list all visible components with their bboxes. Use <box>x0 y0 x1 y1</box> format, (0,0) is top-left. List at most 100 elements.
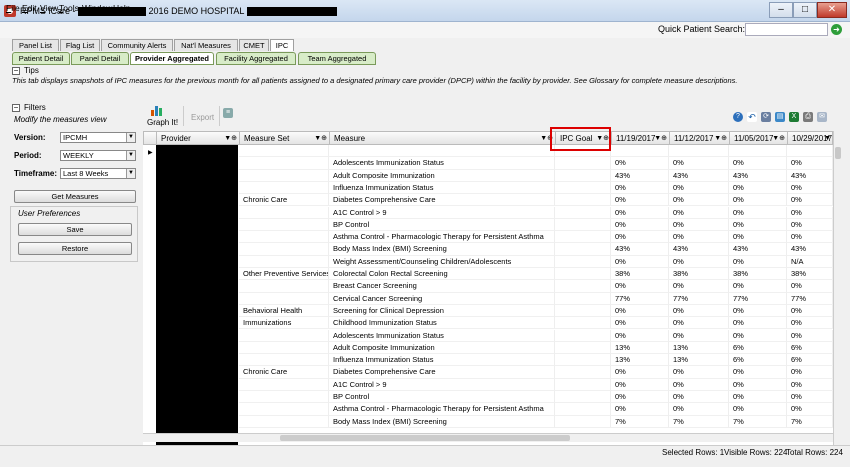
menu-file[interactable]: File <box>6 3 20 13</box>
graph-it-button[interactable]: Graph It! <box>147 118 178 127</box>
restore-button[interactable]: Restore <box>18 242 132 255</box>
help-icon[interactable]: ? <box>733 112 743 122</box>
table-row[interactable]: Adult Composite Immunization 13% 13% 6% 6% <box>143 341 833 355</box>
value-cell: 0% <box>729 329 787 342</box>
column-header-date-3[interactable]: 11/05/2017 ▼⊕ <box>730 132 788 146</box>
table-row[interactable]: Body Mass Index (BMI) Screening 43% 43% 43%… <box>143 243 833 256</box>
document-icon[interactable]: ▤ <box>775 112 785 122</box>
filter-icon[interactable]: ▼ <box>824 132 831 145</box>
value-cell: 43% <box>729 169 787 182</box>
refresh-icon[interactable]: ⟳ <box>761 112 771 122</box>
tips-toggle[interactable]: − <box>12 67 20 75</box>
measure-cell: BP Control <box>329 218 555 232</box>
value-cell: 7% <box>669 415 729 428</box>
export-button[interactable]: Export <box>191 113 214 122</box>
table-row[interactable]: Cervical Cancer Screening 77% 77% 77% 77% <box>143 292 833 305</box>
tab-ipc[interactable]: IPC <box>270 39 294 51</box>
value-cell: 0% <box>669 280 729 293</box>
table-row[interactable]: Adult Composite Immunization 43% 43% 43% 43% <box>143 169 833 182</box>
menu-help[interactable]: Help <box>113 3 130 13</box>
measure-set-cell <box>239 391 329 404</box>
table-row[interactable]: BP Control 0% 0% 0% 0% <box>143 218 833 232</box>
column-header-measure-set[interactable]: Measure Set ▼⊕ <box>240 132 330 146</box>
value-cell: 0% <box>729 206 787 219</box>
quick-search-input[interactable] <box>745 23 828 36</box>
minimize-button[interactable]: – <box>769 2 793 18</box>
tab-team-aggregated[interactable]: Team Aggregated <box>298 52 376 65</box>
table-row[interactable]: Immunizations Childhood Immunization Stat… <box>143 145 833 158</box>
version-select[interactable]: IPCMH ▼ <box>60 132 136 143</box>
value-cell: 0% <box>669 145 729 158</box>
value-cell: 0% <box>669 366 729 379</box>
table-row[interactable]: Chronic Care Diabetes Comprehensive Care 0… <box>143 366 833 379</box>
table-row[interactable]: BP Control 0% 0% 0% 0% <box>143 391 833 404</box>
tab-panel-list[interactable]: Panel List <box>12 39 59 51</box>
column-header-measure[interactable]: Measure ▼⊕ <box>330 132 556 146</box>
table-row[interactable]: Asthma Control - Pharmacologic Therapy f… <box>143 403 833 416</box>
table-row[interactable]: Influenza Immunization Status 13% 13% 6% 6% <box>143 354 833 367</box>
excel-icon[interactable]: X <box>789 112 799 122</box>
menu-tools[interactable]: Tools <box>59 3 79 13</box>
email-icon[interactable]: ✉ <box>817 112 827 122</box>
tab-cmet[interactable]: CMET <box>239 39 269 51</box>
total-rows-status: Total Rows: 224 <box>786 448 843 457</box>
table-row[interactable]: Asthma Control - Pharmacologic Therapy f… <box>143 231 833 244</box>
filter-icon[interactable]: ▼⊕ <box>654 132 667 145</box>
vertical-scroll-thumb[interactable] <box>835 147 841 159</box>
graph-icon[interactable] <box>150 104 166 116</box>
table-row[interactable]: Breast Cancer Screening 0% 0% 0% 0% <box>143 280 833 293</box>
value-cell: 0% <box>669 317 729 330</box>
table-row[interactable]: Other Preventive Services Colorectal Colo… <box>143 268 833 281</box>
value-cell: N/A <box>787 255 833 268</box>
undo-icon[interactable]: ↶ <box>747 112 757 122</box>
save-button[interactable]: Save <box>18 223 132 236</box>
measure-set-cell: Other Preventive Services <box>239 268 329 281</box>
table-row[interactable]: Adolescents Immunization Status 0% 0% 0% 0% <box>143 157 833 170</box>
tab-provider-aggregated[interactable]: Provider Aggregated <box>130 52 214 65</box>
print-preview-icon[interactable]: ≡ <box>223 108 233 118</box>
vertical-scrollbar[interactable] <box>833 131 842 445</box>
value-cell: 7% <box>787 415 833 428</box>
table-row[interactable]: Weight Assessment/Counseling Children/Ad… <box>143 255 833 268</box>
measure-cell: Adolescents Immunization Status <box>329 157 555 170</box>
tab-panel-detail[interactable]: Panel Detail <box>71 52 129 65</box>
menu-view[interactable]: View <box>40 3 58 13</box>
go-arrow-icon[interactable]: ➜ <box>831 24 842 35</box>
period-select[interactable]: WEEKLY ▼ <box>60 150 136 161</box>
filter-icon[interactable]: ▼⊕ <box>772 132 785 145</box>
column-header-provider[interactable]: Provider ▼⊕ <box>157 132 240 146</box>
print-icon[interactable]: ⎙ <box>803 112 813 122</box>
tab-community-alerts[interactable]: Community Alerts <box>101 39 173 51</box>
get-measures-button[interactable]: Get Measures <box>14 190 136 203</box>
ipc-goal-highlight-box <box>550 127 611 151</box>
table-row[interactable]: A1C Control > 9 0% 0% 0% 0% <box>143 378 833 391</box>
maximize-button[interactable]: □ <box>793 2 817 18</box>
menu-window[interactable]: Window <box>82 3 112 13</box>
value-cell: 0% <box>611 157 669 170</box>
ipc-goal-cell <box>555 366 611 379</box>
table-row[interactable]: Body Mass Index (BMI) Screening 7% 7% 7% 7% <box>143 415 833 428</box>
column-header-date-1[interactable]: 11/19/2017 ▼⊕ <box>612 132 670 146</box>
tab-natl-measures[interactable]: Nat'l Measures <box>174 39 238 51</box>
table-row[interactable]: Adolescents Immunization Status 0% 0% 0% 0% <box>143 329 833 342</box>
timeframe-select[interactable]: Last 8 Weeks ▼ <box>60 168 136 179</box>
table-row[interactable]: Chronic Care Diabetes Comprehensive Care 0… <box>143 194 833 207</box>
table-row[interactable]: Immunizations Childhood Immunization Stat… <box>143 317 833 330</box>
filter-icon[interactable]: ▼⊕ <box>224 132 237 145</box>
value-cell: 0% <box>729 304 787 318</box>
tab-patient-detail[interactable]: Patient Detail <box>12 52 70 65</box>
table-row[interactable]: Behavioral Health Screening for Clinical … <box>143 304 833 318</box>
table-row[interactable]: Influenza Immunization Status 0% 0% 0% 0% <box>143 181 833 195</box>
filter-icon[interactable]: ▼⊕ <box>714 132 727 145</box>
column-header-date-4[interactable]: 10/29/2017 ▼ <box>788 132 834 146</box>
table-row[interactable]: A1C Control > 9 0% 0% 0% 0% <box>143 206 833 219</box>
horizontal-scroll-thumb[interactable] <box>280 435 570 441</box>
close-button[interactable]: ✕ <box>817 2 847 18</box>
menu-edit[interactable]: Edit <box>22 3 37 13</box>
grid-header: Provider ▼⊕ Measure Set ▼⊕ Measure ▼⊕ IPC G… <box>143 131 834 146</box>
filter-icon[interactable]: ▼⊕ <box>314 132 327 145</box>
tab-flag-list[interactable]: Flag List <box>60 39 100 51</box>
filters-toggle[interactable]: − <box>12 104 20 112</box>
tab-facility-aggregated[interactable]: Facility Aggregated <box>216 52 296 65</box>
column-header-date-2[interactable]: 11/12/2017 ▼⊕ <box>670 132 730 146</box>
